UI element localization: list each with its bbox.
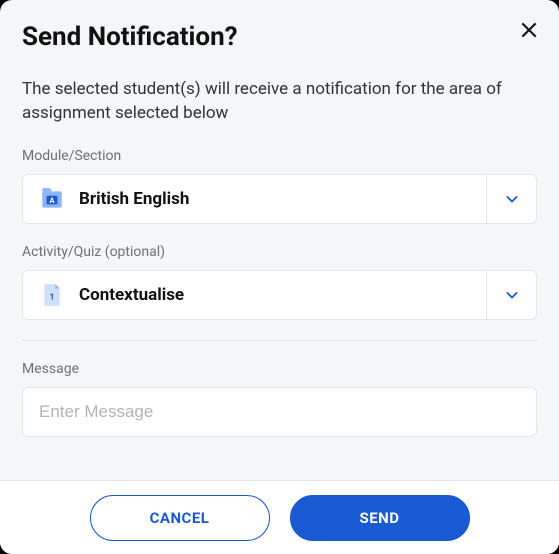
svg-text:1: 1: [50, 292, 55, 302]
module-select[interactable]: A British English: [22, 174, 537, 224]
divider: [22, 340, 537, 341]
close-icon: [519, 20, 539, 40]
chevron-down-icon: [502, 285, 522, 305]
close-button[interactable]: [515, 16, 543, 44]
cancel-button-label: CANCEL: [150, 509, 210, 527]
module-chevron[interactable]: [486, 175, 536, 223]
send-notification-modal: Send Notification? The selected student(…: [0, 0, 559, 554]
svg-text:A: A: [49, 195, 55, 204]
modal-footer: CANCEL SEND: [0, 480, 559, 554]
activity-chevron[interactable]: [486, 271, 536, 319]
module-value: British English: [79, 189, 189, 209]
modal-title: Send Notification?: [22, 22, 537, 52]
activity-icon: 1: [39, 282, 65, 308]
activity-label: Activity/Quiz (optional): [22, 244, 537, 260]
message-input[interactable]: [22, 387, 537, 437]
activity-select[interactable]: 1 Contextualise: [22, 270, 537, 320]
send-button[interactable]: SEND: [290, 495, 470, 541]
cancel-button[interactable]: CANCEL: [90, 495, 270, 541]
chevron-down-icon: [502, 189, 522, 209]
send-button-label: SEND: [359, 509, 399, 527]
module-label: Module/Section: [22, 148, 537, 164]
activity-value: Contextualise: [79, 285, 184, 305]
module-icon: A: [39, 186, 65, 212]
modal-description: The selected student(s) will receive a n…: [22, 78, 537, 126]
message-label: Message: [22, 361, 537, 377]
